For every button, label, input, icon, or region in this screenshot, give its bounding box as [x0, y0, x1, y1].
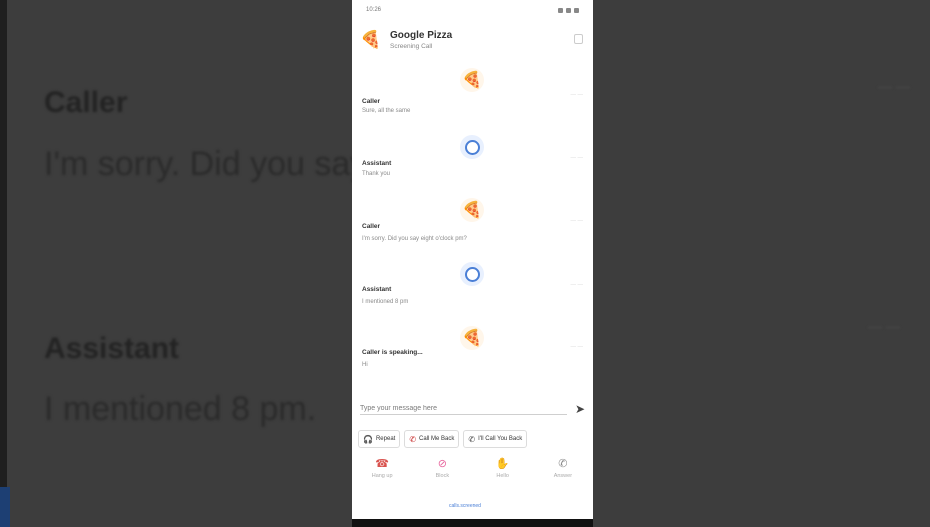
hang-up-button[interactable]: ☎ Hang up	[358, 456, 406, 492]
phone-screen: 10:26 🍕 Google Pizza Screening Call 🍕 Ca…	[352, 0, 593, 527]
background-assistant-text: I mentioned 8 pm.	[44, 390, 317, 428]
call-header: 🍕 Google Pizza Screening Call	[352, 20, 593, 60]
quick-reply-ill-call-you-back[interactable]: ✆ I'll Call You Back	[463, 430, 528, 448]
pizza-icon: 🍕	[460, 198, 484, 222]
background-assistant-label: Assistant	[44, 332, 180, 365]
call-actions: ☎ Hang up ⊘ Block ✋ Hello ✆ Answer	[352, 456, 593, 492]
call-status: Screening Call	[390, 43, 433, 50]
hangup-icon: ☎	[375, 457, 389, 470]
background-left-edge	[0, 0, 7, 527]
wifi-icon	[558, 7, 563, 13]
phone-icon: ✆	[409, 434, 417, 444]
battery-icon	[574, 7, 579, 13]
quick-reply-repeat[interactable]: 🎧 Repeat	[358, 430, 401, 448]
quick-reply-label: Repeat	[375, 436, 396, 442]
action-label: Answer	[553, 473, 573, 479]
status-time: 10:26	[366, 7, 382, 13]
phone-callback-icon: ✆	[468, 434, 476, 444]
message-text: I'm sorry. Did you say eight o'clock pm?	[362, 236, 467, 242]
background-caller-label: Caller	[44, 86, 128, 119]
message-text: Thank you	[362, 171, 391, 177]
phone-bottom-bezel	[352, 519, 593, 527]
background-dots-1: — —	[878, 78, 910, 94]
hello-button[interactable]: ✋ Hello	[479, 456, 527, 492]
quick-reply-label: Call Me Back	[419, 436, 455, 442]
message-time-placeholder: — —	[570, 155, 583, 161]
message-time-placeholder: — —	[570, 92, 583, 98]
more-options-icon[interactable]	[574, 34, 583, 44]
block-icon: ⊘	[437, 457, 447, 470]
quick-reply-call-me-back[interactable]: ✆ Call Me Back	[404, 430, 460, 448]
headset-icon: 🎧	[363, 434, 373, 444]
status-icons	[558, 7, 579, 13]
background-bottom-accent	[0, 487, 10, 527]
action-label: Hello	[496, 473, 509, 479]
pizza-icon: 🍕	[460, 326, 484, 350]
action-label: Block	[435, 473, 450, 479]
assistant-icon	[460, 135, 484, 159]
answer-button[interactable]: ✆ Answer	[539, 456, 587, 492]
message-input-row: ➤	[352, 398, 593, 420]
message-text: Sure, all the same	[362, 108, 411, 114]
signal-icon	[566, 7, 571, 13]
header-text: Google Pizza Screening Call	[390, 30, 452, 50]
caller-name: Google Pizza	[390, 30, 453, 41]
action-label: Hang up	[371, 473, 393, 479]
message-text: Hi	[362, 362, 368, 368]
pizza-icon: 🍕	[360, 30, 382, 49]
answer-icon: ✆	[558, 457, 568, 470]
pizza-icon: 🍕	[460, 68, 484, 92]
hand-icon: ✋	[495, 457, 510, 470]
message-input[interactable]	[360, 403, 567, 415]
message-time-placeholder: — —	[570, 344, 583, 350]
status-bar: 10:26	[352, 0, 593, 20]
message-speaker: Caller	[362, 223, 381, 230]
message-time-placeholder: — —	[570, 218, 583, 224]
nav-caption: calls.screened	[449, 503, 481, 509]
quick-replies: 🎧 Repeat ✆ Call Me Back ✆ I'll Call You …	[358, 430, 593, 448]
quick-reply-label: I'll Call You Back	[478, 436, 523, 442]
transcript: 🍕 Caller Sure, all the same — — Assistan…	[352, 62, 593, 398]
assistant-icon	[460, 262, 484, 286]
message-speaker: Caller	[362, 98, 381, 105]
block-button[interactable]: ⊘ Block	[418, 456, 466, 492]
message-text: I mentioned 8 pm	[362, 299, 409, 305]
message-speaker: Assistant	[362, 286, 392, 293]
background-dots-2: — —	[868, 318, 900, 334]
message-speaker: Caller is speaking...	[362, 349, 423, 356]
message-speaker: Assistant	[362, 160, 392, 167]
message-time-placeholder: — —	[570, 282, 583, 288]
send-icon[interactable]: ➤	[575, 402, 585, 416]
